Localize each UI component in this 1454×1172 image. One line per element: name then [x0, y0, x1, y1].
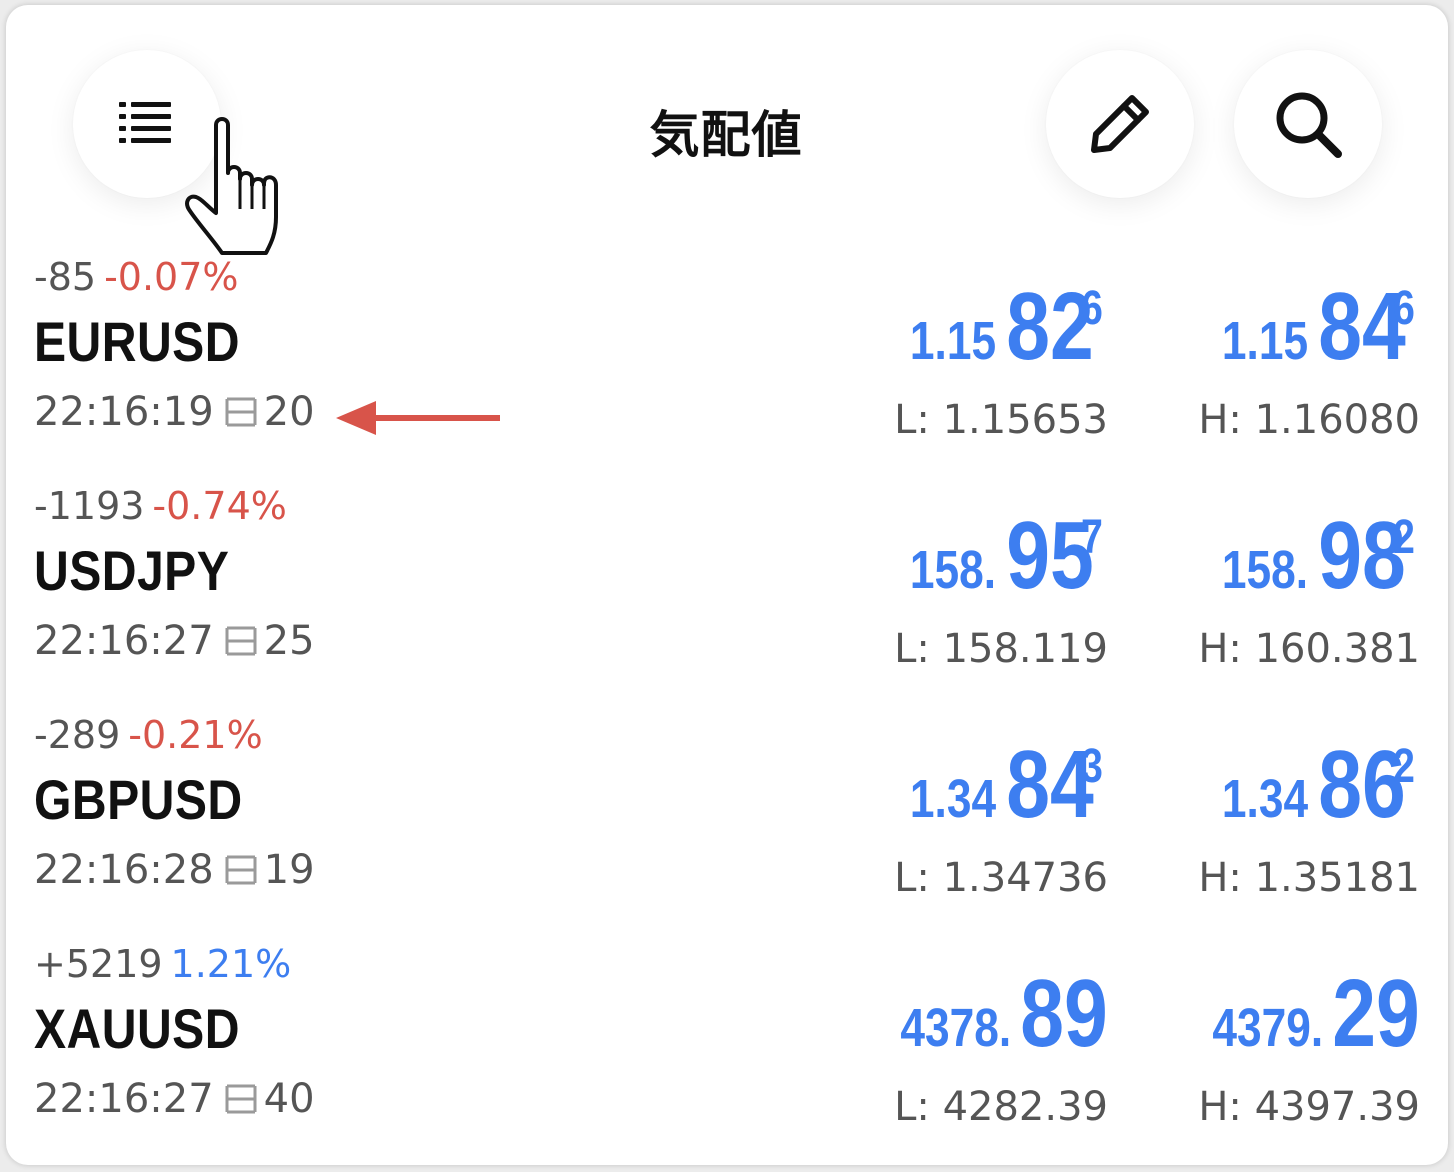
symbol-name: USDJPY: [34, 539, 230, 602]
quote-row-eurusd[interactable]: -85 -0.07% EURUSD 22:16:19 20 1.15826 1.1…: [6, 255, 1448, 484]
change-points: -1193: [34, 484, 145, 528]
bid-price[interactable]: 158.957: [891, 508, 1108, 604]
change-percent: 1.21%: [170, 942, 292, 986]
spread-value: 25: [263, 618, 315, 664]
pointer-hand-icon: [185, 117, 278, 255]
quote-time: 22:16:28: [34, 847, 214, 893]
quote-time: 22:16:19: [34, 389, 214, 435]
ask-price-fraction: 6: [1393, 282, 1416, 335]
ask-price[interactable]: 1.15846: [1203, 279, 1420, 375]
bid-price-base: 1.34: [910, 769, 997, 829]
spread-icon: [225, 397, 257, 427]
bid-price[interactable]: 1.34843: [891, 737, 1108, 833]
symbol-name: EURUSD: [34, 310, 240, 373]
list-icon: [119, 102, 171, 143]
bid-price-base: 158.: [910, 540, 997, 600]
search-icon: [1276, 92, 1342, 158]
low-price: L: 1.34736: [894, 855, 1108, 901]
low-price: L: 158.119: [894, 626, 1108, 672]
ask-price-base: 1.34: [1222, 769, 1309, 829]
quote-row-gbpusd[interactable]: -289 -0.21% GBPUSD 22:16:28 19 1.34843 1.…: [6, 713, 1448, 942]
change-percent: -0.74%: [152, 484, 287, 528]
quote-row-usdjpy[interactable]: -1193 -0.74% USDJPY 22:16:27 25 158.957 1…: [6, 484, 1448, 713]
bid-price-fraction: 3: [1081, 740, 1104, 793]
change-percent: -0.07%: [104, 255, 239, 299]
page-title: 気配値: [649, 106, 803, 164]
ask-price[interactable]: 1.34862: [1203, 737, 1420, 833]
high-price: H: 1.16080: [1198, 397, 1420, 443]
spread-icon: [225, 626, 257, 656]
spread-value: 20: [263, 389, 315, 435]
ask-price-base: 1.15: [1222, 311, 1309, 371]
low-price: L: 1.15653: [894, 397, 1108, 443]
time-spread-line: 22:16:27 40: [34, 1076, 315, 1122]
low-price: L: 4282.39: [894, 1084, 1108, 1130]
high-price: H: 160.381: [1198, 626, 1420, 672]
change-line: -289 -0.21%: [34, 713, 263, 757]
bid-price-base: 1.15: [910, 311, 997, 371]
quotes-screen: 気配値 -85 -0.07% EURUSD 22:16:19 20 1.1582…: [6, 5, 1448, 1165]
bid-price-pips: 89: [1020, 960, 1108, 1067]
bid-price-base: 4378.: [900, 998, 1012, 1058]
bid-price-fraction: 7: [1081, 511, 1104, 564]
ask-price[interactable]: 158.982: [1203, 508, 1420, 604]
change-line: -1193 -0.74%: [34, 484, 287, 528]
ask-price-base: 158.: [1222, 540, 1309, 600]
high-price: H: 1.35181: [1198, 855, 1420, 901]
change-points: -85: [34, 255, 97, 299]
change-line: -85 -0.07%: [34, 255, 239, 299]
annotation-arrow-icon: [336, 401, 500, 435]
ask-price[interactable]: 4379.29: [1188, 966, 1420, 1062]
quote-time: 22:16:27: [34, 1076, 214, 1122]
bid-price[interactable]: 4378.89: [876, 966, 1108, 1062]
spread-value: 19: [263, 847, 315, 893]
bid-price[interactable]: 1.15826: [891, 279, 1108, 375]
time-spread-line: 22:16:27 25: [34, 618, 315, 664]
change-percent: -0.21%: [128, 713, 263, 757]
spread-icon: [225, 855, 257, 885]
change-line: +5219 1.21%: [34, 942, 291, 986]
ask-price-pips: 29: [1332, 960, 1420, 1067]
bid-price-fraction: 6: [1081, 282, 1104, 335]
time-spread-line: 22:16:28 19: [34, 847, 315, 893]
high-price: H: 4397.39: [1198, 1084, 1420, 1130]
change-points: -289: [34, 713, 121, 757]
spread-value: 40: [263, 1076, 315, 1122]
change-points: +5219: [34, 942, 163, 986]
pencil-icon: [1091, 95, 1149, 153]
symbol-name: GBPUSD: [34, 768, 243, 831]
ask-price-fraction: 2: [1393, 740, 1416, 793]
edit-button[interactable]: [1046, 50, 1194, 198]
time-spread-line: 22:16:19 20: [34, 389, 315, 435]
ask-price-fraction: 2: [1393, 511, 1416, 564]
quote-time: 22:16:27: [34, 618, 214, 664]
spread-icon: [225, 1084, 257, 1114]
symbol-name: XAUUSD: [34, 997, 240, 1060]
search-button[interactable]: [1234, 50, 1382, 198]
ask-price-base: 4379.: [1212, 998, 1324, 1058]
quote-row-xauusd[interactable]: +5219 1.21% XAUUSD 22:16:27 40 4378.89 43…: [6, 942, 1448, 1165]
